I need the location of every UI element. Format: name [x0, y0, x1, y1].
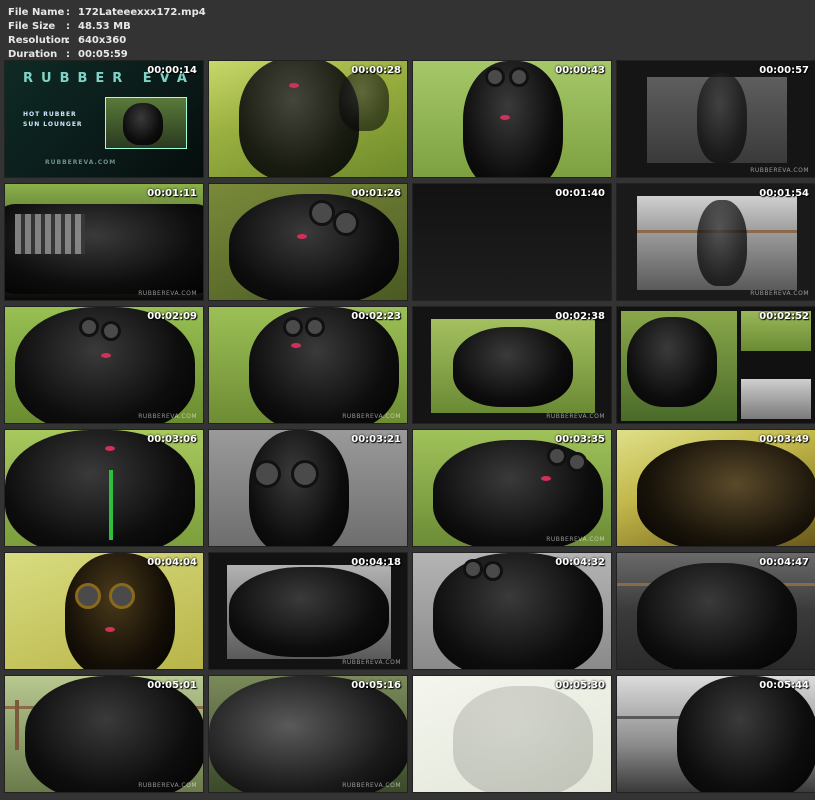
thumbnail-image: [5, 676, 203, 792]
thumbnail-image: [5, 184, 203, 300]
info-value: 172Lateeexxx172.mp4: [78, 7, 206, 18]
info-row-file-name: File Name : 172Lateeexxx172.mp4: [8, 6, 206, 20]
thumbnail-image: [5, 307, 203, 423]
thumbnail[interactable]: 00:03:21: [208, 429, 408, 547]
watermark: RUBBEREVA.COM: [546, 536, 605, 543]
timestamp: 00:01:40: [555, 188, 605, 199]
timestamp: 00:05:01: [147, 680, 197, 691]
timestamp: 00:04:32: [555, 557, 605, 568]
thumbnail[interactable]: 00:04:47: [616, 552, 815, 670]
thumbnail[interactable]: 00:02:52: [616, 306, 815, 424]
timestamp: 00:05:44: [759, 680, 809, 691]
timestamp: 00:02:09: [147, 311, 197, 322]
info-row-file-size: File Size : 48.53 MB: [8, 20, 206, 34]
timestamp: 00:04:04: [147, 557, 197, 568]
timestamp: 00:01:26: [351, 188, 401, 199]
timestamp: 00:04:18: [351, 557, 401, 568]
thumbnail[interactable]: 00:04:18 RUBBEREVA.COM: [208, 552, 408, 670]
thumbnail[interactable]: 00:00:28: [208, 60, 408, 178]
timestamp: 00:03:06: [147, 434, 197, 445]
thumbnail[interactable]: 00:02:23 RUBBEREVA.COM: [208, 306, 408, 424]
info-value: 48.53 MB: [78, 21, 131, 32]
thumbnail-image: [617, 61, 815, 177]
thumbnail[interactable]: 00:04:04: [4, 552, 204, 670]
timestamp: 00:00:43: [555, 65, 605, 76]
watermark: RUBBEREVA.COM: [546, 413, 605, 420]
timestamp: 00:00:14: [147, 65, 197, 76]
timestamp: 00:02:38: [555, 311, 605, 322]
thumbnail[interactable]: 00:04:32: [412, 552, 612, 670]
timestamp: 00:02:23: [351, 311, 401, 322]
thumbnail[interactable]: 00:02:38 RUBBEREVA.COM: [412, 306, 612, 424]
thumbnail[interactable]: 00:02:09 RUBBEREVA.COM: [4, 306, 204, 424]
timestamp: 00:01:54: [759, 188, 809, 199]
watermark: RUBBEREVA.COM: [342, 782, 401, 789]
thumbnail-image: [617, 430, 815, 546]
thumbnail-image: [617, 553, 815, 669]
thumbnail-image: RUBBER EVA HOT RUBBER SUN LOUNGER RUBBER…: [5, 61, 203, 177]
timestamp: 00:03:49: [759, 434, 809, 445]
watermark: RUBBEREVA.COM: [138, 413, 197, 420]
thumbnail-image: [413, 430, 611, 546]
thumbnail-image: [413, 553, 611, 669]
watermark: RUBBEREVA.COM: [138, 290, 197, 297]
thumbnail-image: [617, 184, 815, 300]
thumbnail-image: [5, 430, 203, 546]
watermark: RUBBEREVA.COM: [342, 659, 401, 666]
thumbnail-image: [413, 61, 611, 177]
thumbnail-image: [413, 184, 611, 300]
thumbnail[interactable]: 00:05:30: [412, 675, 612, 793]
watermark: RUBBEREVA.COM: [342, 413, 401, 420]
watermark: RUBBEREVA.COM: [138, 782, 197, 789]
timestamp: 00:01:11: [147, 188, 197, 199]
thumbnail-image: [209, 553, 407, 669]
info-separator: :: [66, 7, 70, 18]
thumbnail[interactable]: 00:03:49: [616, 429, 815, 547]
timestamp: 00:05:16: [351, 680, 401, 691]
thumbnail-image: [617, 307, 815, 423]
thumbnail[interactable]: 00:05:01 RUBBEREVA.COM: [4, 675, 204, 793]
thumbnail[interactable]: 00:00:57 RUBBEREVA.COM: [616, 60, 815, 178]
logo-line: HOT RUBBER: [23, 111, 77, 118]
thumbnail[interactable]: 00:03:06: [4, 429, 204, 547]
thumbnail-image: [209, 676, 407, 792]
logo-line: SUN LOUNGER: [23, 121, 83, 128]
timestamp: 00:02:52: [759, 311, 809, 322]
timestamp: 00:03:21: [351, 434, 401, 445]
thumbnail-image: [209, 184, 407, 300]
info-label: File Name: [8, 7, 65, 18]
watermark: RUBBEREVA.COM: [750, 167, 809, 174]
timestamp: 00:03:35: [555, 434, 605, 445]
timestamp: 00:00:57: [759, 65, 809, 76]
thumbnail-image: [413, 307, 611, 423]
thumbnail[interactable]: 00:03:35 RUBBEREVA.COM: [412, 429, 612, 547]
thumbnail-image: [209, 430, 407, 546]
thumbnail-image: [617, 676, 815, 792]
logo-url: RUBBEREVA.COM: [45, 159, 117, 166]
thumbnail[interactable]: RUBBER EVA HOT RUBBER SUN LOUNGER RUBBER…: [4, 60, 204, 178]
thumbnail[interactable]: 00:05:16 RUBBEREVA.COM: [208, 675, 408, 793]
file-info-panel: File Name : 172Lateeexxx172.mp4 File Siz…: [8, 6, 206, 62]
info-label: File Size: [8, 21, 56, 32]
thumbnail-image: [209, 307, 407, 423]
watermark: RUBBEREVA.COM: [750, 290, 809, 297]
info-separator: :: [66, 21, 70, 32]
thumbnail-grid: RUBBER EVA HOT RUBBER SUN LOUNGER RUBBER…: [4, 60, 815, 793]
thumbnail[interactable]: 00:05:44: [616, 675, 815, 793]
thumbnail[interactable]: 00:01:11 RUBBEREVA.COM: [4, 183, 204, 301]
thumbnail-image: [413, 676, 611, 792]
thumbnail[interactable]: 00:00:43: [412, 60, 612, 178]
timestamp: 00:04:47: [759, 557, 809, 568]
info-value: 640x360: [78, 35, 127, 46]
info-label: Resolution: [8, 35, 69, 46]
thumbnail[interactable]: 00:01:40: [412, 183, 612, 301]
timestamp: 00:00:28: [351, 65, 401, 76]
thumbnail[interactable]: 00:01:26: [208, 183, 408, 301]
info-separator: :: [66, 35, 70, 46]
thumbnail-image: [209, 61, 407, 177]
timestamp: 00:05:30: [555, 680, 605, 691]
thumbnail[interactable]: 00:01:54 RUBBEREVA.COM: [616, 183, 815, 301]
thumbnail-image: [5, 553, 203, 669]
info-row-resolution: Resolution : 640x360: [8, 34, 206, 48]
